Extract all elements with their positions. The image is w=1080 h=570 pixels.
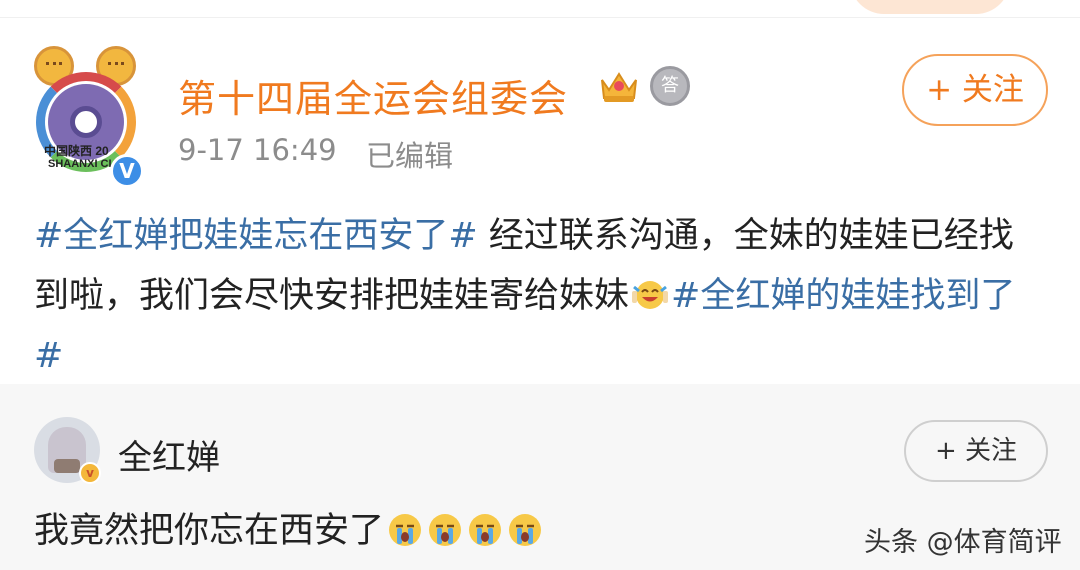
weibo-post: 中国陕西 20 SHAANXI CI V 第十四届全运会组委会 答 9-17 1… [0, 18, 1080, 383]
logo-text-en: SHAANXI CI [48, 158, 112, 170]
comment-follow-button[interactable]: + 关注 [904, 420, 1048, 482]
top-strip [0, 0, 1080, 18]
comment-text-row: 我竟然把你忘在西安了 [34, 509, 544, 553]
crying-emoji-icon [429, 514, 462, 546]
post-timestamp: 9-17 16:49 [178, 133, 337, 167]
user-badge-icon: v [79, 462, 101, 484]
edited-label[interactable]: 已编辑 [366, 133, 453, 175]
watermark: 头条 @体育简评 [864, 527, 1062, 558]
logo-center [70, 106, 102, 138]
hashtag-link[interactable]: #全红婵把娃娃忘在西安了# [34, 216, 478, 256]
comment-username[interactable]: 全红婵 [118, 430, 220, 479]
follow-button[interactable]: + 关注 [902, 54, 1048, 126]
crown-badge-icon[interactable] [598, 66, 640, 106]
laughing-crying-emoji-icon [632, 281, 669, 309]
crying-emoji-icon [389, 514, 422, 546]
post-body: #全红婵把娃娃忘在西安了# 经过联系沟通，全妹的娃娃已经找到啦，我们会尽快安排把… [34, 206, 1044, 386]
verified-icon: V [110, 154, 144, 188]
avatar[interactable]: 中国陕西 20 SHAANXI CI V [30, 42, 150, 188]
post-username[interactable]: 第十四届全运会组委会 [178, 68, 568, 123]
decorative-shape [850, 0, 1010, 14]
crying-emoji-icon [469, 514, 502, 546]
crying-emoji-icon [509, 514, 542, 546]
medal-badge-icon[interactable]: 答 [650, 66, 690, 106]
comment-card: v 全红婵 + 关注 我竟然把你忘在西安了 头条 @体育简评 [0, 384, 1080, 570]
comment-text: 我竟然把你忘在西安了 [34, 511, 385, 551]
logo-text: 中国陕西 20 [44, 144, 109, 158]
